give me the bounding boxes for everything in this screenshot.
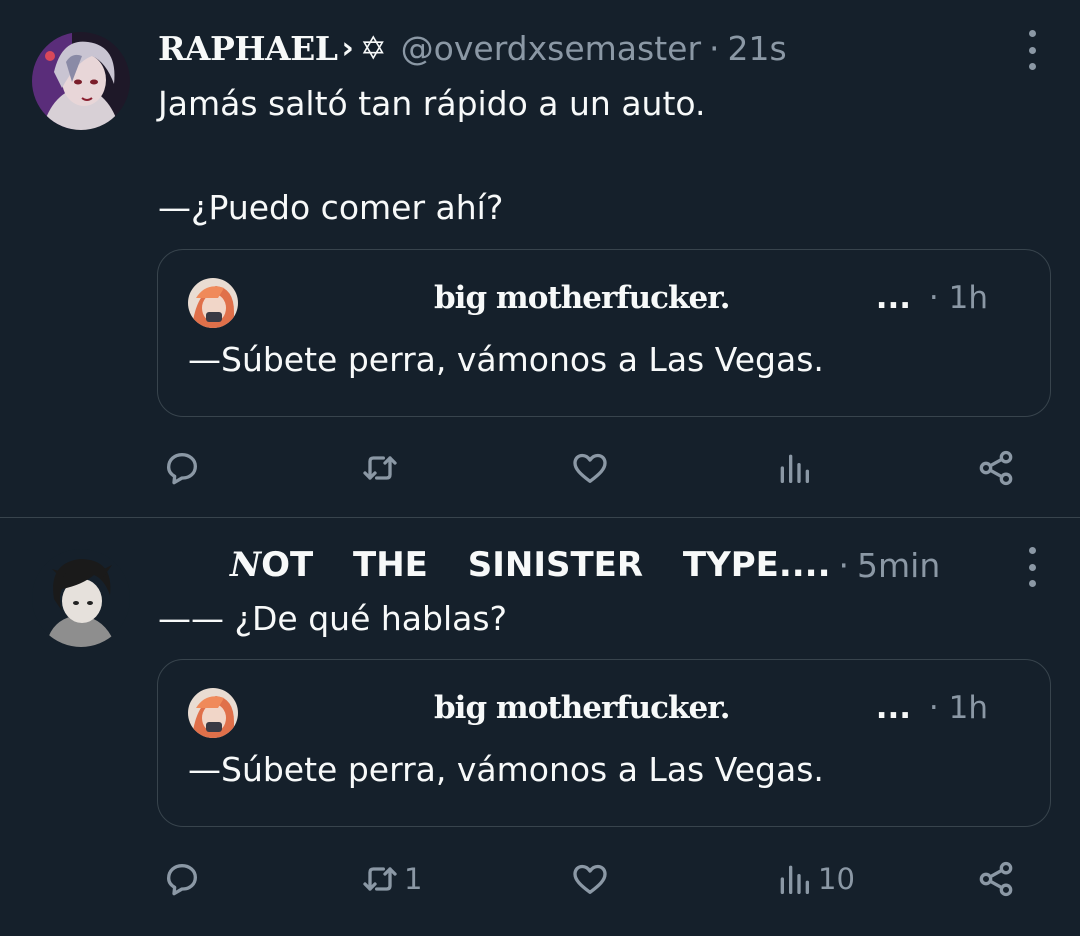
tweet-text: —— ¿De qué hablas? [158,599,508,638]
quote-meta: ... · 1h [876,690,988,726]
action-bar: 1 10 [0,849,1080,909]
tweet-header: RAPHAEL › ✡ @overdxsemaster · 21s [158,26,787,70]
share-icon [979,450,1013,486]
quote-author-name: big motherfucker. [434,280,731,316]
action-bar [0,438,1080,498]
reply-icon [167,864,197,896]
share-icon [979,861,1013,897]
separator: · [928,690,939,726]
views-button[interactable]: 10 [774,849,855,909]
analytics-icon [780,865,809,894]
author-handle[interactable]: @overdxsemaster [401,29,701,68]
reply-icon [167,453,197,485]
pentagram-icon: ✡ [359,29,387,67]
separator: · [928,280,939,316]
avatar[interactable] [32,32,130,130]
quote-timestamp: 1h [948,690,988,726]
tweet[interactable]: NOT THE SINISTER TYPE.... · 5min —— ¿De … [0,519,1080,936]
quote-text: —Súbete perra, vámonos a Las Vegas. [188,750,824,789]
chevron-right-icon: › [341,30,354,66]
retweet-button[interactable]: 1 [360,849,422,909]
retweet-icon [363,867,397,891]
reply-button[interactable] [162,438,206,498]
quote-avatar [188,278,238,328]
like-button[interactable] [570,438,614,498]
more-icon[interactable] [1024,547,1040,587]
quote-meta: ... · 1h [876,280,988,316]
avatar[interactable] [32,549,130,647]
quote-author-name: big motherfucker. [434,690,731,726]
retweet-icon [363,456,397,480]
more-icon[interactable] [1024,30,1040,70]
view-count: 10 [818,862,855,896]
timestamp[interactable]: 21s [728,29,787,68]
quote-name-ellipsis: ... [875,280,912,316]
author-name[interactable]: RAPHAEL [158,29,338,68]
timestamp[interactable]: 5min [857,546,940,585]
retweet-count: 1 [404,862,423,896]
share-button[interactable] [976,438,1016,498]
heart-icon [573,864,607,894]
analytics-icon [780,454,809,483]
like-button[interactable] [570,849,614,909]
quote-text: —Súbete perra, vámonos a Las Vegas. [188,340,824,379]
tweet[interactable]: RAPHAEL › ✡ @overdxsemaster · 21s Jamás … [0,0,1080,518]
share-button[interactable] [976,849,1016,909]
quoted-tweet[interactable]: big motherfucker. ... · 1h —Súbete perra… [157,659,1051,827]
retweet-button[interactable] [360,438,404,498]
author-name[interactable]: NOT THE SINISTER TYPE.... [230,545,831,585]
heart-icon [573,453,607,483]
separator: · [838,545,850,585]
views-button[interactable] [774,438,818,498]
reply-button[interactable] [162,849,206,909]
quote-name-ellipsis: ... [875,690,912,726]
author-name-rest: OT THE SINISTER TYPE.... [261,545,831,585]
tweet-text: Jamás saltó tan rápido a un auto. —¿Pued… [158,84,706,227]
author-name-initial: N [230,545,262,585]
quote-timestamp: 1h [948,280,988,316]
tweet-header: NOT THE SINISTER TYPE.... · 5min [230,543,940,587]
quoted-tweet[interactable]: big motherfucker. ... · 1h —Súbete perra… [157,249,1051,417]
separator: · [709,28,720,68]
quote-avatar [188,688,238,738]
